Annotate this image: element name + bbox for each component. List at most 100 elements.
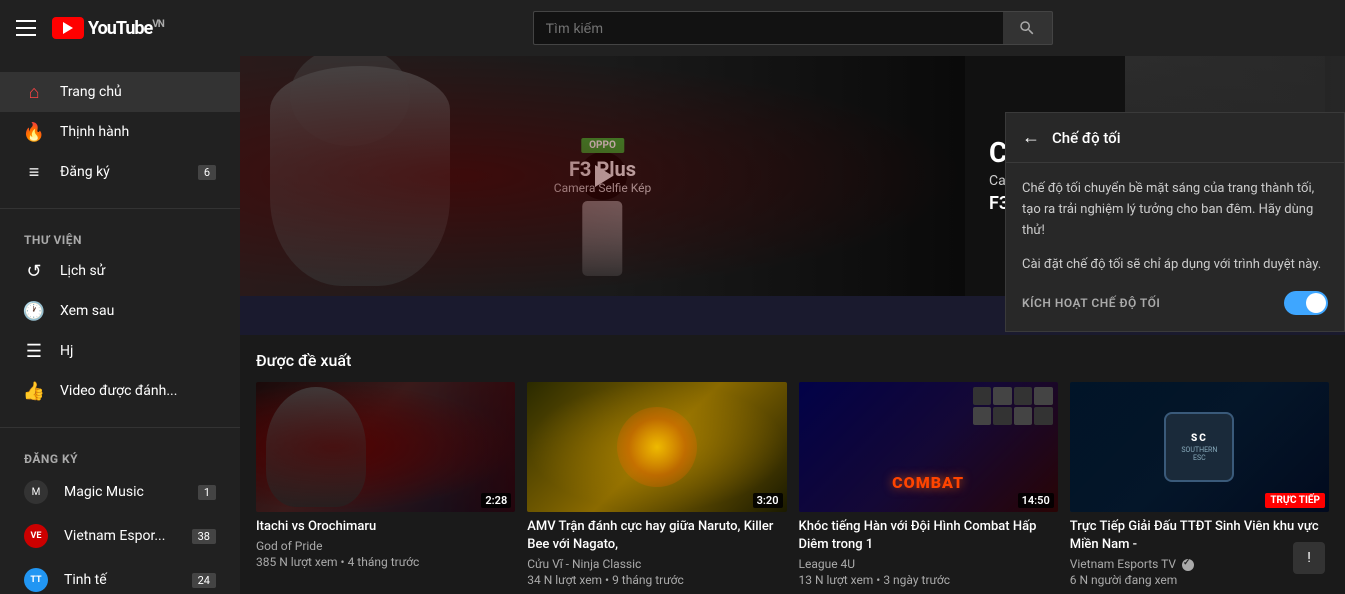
- sidebar-library-section: THƯ VIỆN ↺ Lịch sử 🕐 Xem sau ☰ Hj 👍 Vide…: [0, 217, 240, 419]
- dropdown-header: ← Chế độ tối: [1006, 113, 1344, 163]
- library-section-title: THƯ VIỆN: [0, 225, 240, 251]
- play-icon: [595, 165, 613, 187]
- combat-text: COMBAT: [804, 473, 1053, 492]
- sidebar-divider-2: [0, 427, 240, 428]
- search-bar: [533, 11, 1053, 45]
- dark-mode-description: Chế độ tối chuyển bề mặt sáng của trang …: [1022, 179, 1328, 241]
- sidebar-item-liked-label: Video được đánh...: [60, 383, 216, 399]
- sidebar-item-hj[interactable]: ☰ Hj: [0, 331, 240, 371]
- video-info-itachi: Itachi vs Orochimaru God of Pride 385 N …: [256, 512, 515, 575]
- video-thumb-esports: SC SOUTHERN ESC TRỰC TIẾP: [1070, 382, 1329, 512]
- youtube-wordmark: YouTubeVN: [88, 18, 164, 39]
- subscriptions-icon: ≡: [24, 162, 44, 182]
- video-duration-naruto: 3:20: [753, 493, 783, 508]
- video-card-naruto[interactable]: 3:20 AMV Trận đánh cực hay giữa Naruto, …: [527, 382, 786, 593]
- history-icon: ↺: [24, 261, 44, 281]
- sidebar-item-history[interactable]: ↺ Lịch sử: [0, 251, 240, 291]
- video-grid: 2:28 Itachi vs Orochimaru God of Pride 3…: [256, 382, 1345, 594]
- video-channel-combat: League 4U: [799, 557, 1058, 571]
- sidebar-item-history-label: Lịch sử: [60, 263, 216, 279]
- vietnam-esports-badge: 38: [192, 529, 216, 544]
- dark-mode-toggle-row: KÍCH HOẠT CHẾ ĐỘ TỐI: [1022, 291, 1328, 315]
- product-name: F3 Plus: [554, 157, 651, 181]
- sidebar-item-vietnam-esports-label: Vietnam Espor...: [64, 528, 176, 544]
- subscriptions-badge: 6: [198, 165, 216, 180]
- sidebar-item-subscriptions-label: Đăng ký: [60, 164, 182, 180]
- verified-icon: [1182, 559, 1194, 571]
- playlist-icon: ☰: [24, 341, 44, 361]
- recommended-section: Được đề xuất 2:28 Itachi vs Orochimaru G…: [240, 335, 1345, 594]
- video-duration-itachi: 2:28: [481, 493, 511, 508]
- dropdown-body: Chế độ tối chuyển bề mặt sáng của trang …: [1006, 163, 1344, 331]
- sidebar-item-trending[interactable]: 🔥 Thịnh hành: [0, 112, 240, 152]
- sidebar-item-home-label: Trang chủ: [60, 84, 216, 100]
- tinh-te-badge: 24: [192, 573, 216, 588]
- sidebar-subscriptions-section: ĐĂNG KÝ M Magic Music 1 VE Vietnam Espor…: [0, 436, 240, 594]
- youtube-icon: [52, 17, 84, 39]
- video-card-itachi[interactable]: 2:28 Itachi vs Orochimaru God of Pride 3…: [256, 382, 515, 593]
- featured-left: OPPO F3 Plus Camera Selfie Kép: [240, 56, 965, 296]
- youtube-logo[interactable]: YouTubeVN: [52, 17, 164, 39]
- video-meta-itachi: 385 N lượt xem • 4 tháng trước: [256, 555, 515, 569]
- sidebar-item-hj-label: Hj: [60, 343, 216, 359]
- sidebar-item-subscriptions[interactable]: ≡ Đăng ký 6: [0, 152, 240, 192]
- dark-mode-toggle-label: KÍCH HOẠT CHẾ ĐỘ TỐI: [1022, 296, 1160, 310]
- sidebar-item-watch-later-label: Xem sau: [60, 303, 216, 319]
- search-button[interactable]: [1003, 11, 1053, 45]
- video-channel-naruto: Cửu Vĩ - Ninja Classic: [527, 557, 786, 571]
- main-layout: ⌂ Trang chủ 🔥 Thịnh hành ≡ Đăng ký 6 THƯ…: [0, 56, 1345, 594]
- sidebar-divider-1: [0, 208, 240, 209]
- video-meta-naruto: 34 N lượt xem • 9 tháng trước: [527, 573, 786, 587]
- sidebar-item-tinh-te[interactable]: TT Tinh tế 24: [0, 558, 240, 594]
- magic-music-badge: 1: [198, 485, 216, 500]
- fire-icon: 🔥: [24, 122, 44, 142]
- subscriptions-section-title: ĐĂNG KÝ: [0, 444, 240, 470]
- sidebar-item-magic-music[interactable]: M Magic Music 1: [0, 470, 240, 514]
- vietnam-esports-avatar: VE: [24, 524, 48, 548]
- video-thumb-itachi: 2:28: [256, 382, 515, 512]
- dark-mode-panel: ← Chế độ tối Chế độ tối chuyển bề mặt sá…: [1005, 112, 1345, 332]
- thumbup-icon: 👍: [24, 381, 44, 401]
- sidebar-item-watch-later[interactable]: 🕐 Xem sau: [0, 291, 240, 331]
- recommended-title: Được đề xuất: [256, 351, 1345, 370]
- toggle-knob: [1306, 293, 1326, 313]
- magic-music-avatar: M: [24, 480, 48, 504]
- sidebar-item-vietnam-esports[interactable]: VE Vietnam Espor... 38: [0, 514, 240, 558]
- video-channel-itachi: God of Pride: [256, 539, 515, 553]
- topbar-left: YouTubeVN: [16, 17, 256, 39]
- search-input[interactable]: [533, 11, 1003, 45]
- sidebar-item-magic-music-label: Magic Music: [64, 484, 182, 500]
- video-title-naruto: AMV Trận đánh cực hay giữa Naruto, Kille…: [527, 518, 786, 554]
- sidebar-item-liked[interactable]: 👍 Video được đánh...: [0, 371, 240, 411]
- dropdown-title: Chế độ tối: [1052, 129, 1121, 147]
- feedback-button[interactable]: !: [1293, 542, 1325, 574]
- home-icon: ⌂: [24, 82, 44, 102]
- video-info-naruto: AMV Trận đánh cực hay giữa Naruto, Kille…: [527, 512, 786, 593]
- dark-mode-toggle[interactable]: [1284, 291, 1328, 315]
- video-card-esports[interactable]: SC SOUTHERN ESC TRỰC TIẾP Trực Tiếp Giải…: [1070, 382, 1329, 593]
- video-channel-esports: Vietnam Esports TV: [1070, 557, 1329, 571]
- search-icon: [1018, 19, 1036, 37]
- video-info-combat: Khóc tiếng Hàn với Đội Hình Combat Hấp D…: [799, 512, 1058, 593]
- clock-icon: 🕐: [24, 301, 44, 321]
- video-card-combat[interactable]: COMBAT 14:50: [799, 382, 1058, 593]
- sidebar-item-tinh-te-label: Tinh tế: [64, 572, 176, 588]
- back-arrow-button[interactable]: ←: [1022, 127, 1040, 148]
- product-sub: Camera Selfie Kép: [554, 181, 651, 195]
- topbar: YouTubeVN: [0, 0, 1345, 56]
- feedback-icon: !: [1307, 550, 1311, 566]
- video-title-esports: Trực Tiếp Giải Đấu TTĐT Sinh Viên khu vự…: [1070, 518, 1329, 554]
- oppo-badge: OPPO: [581, 138, 624, 153]
- sidebar-item-home[interactable]: ⌂ Trang chủ: [0, 72, 240, 112]
- featured-thumbnail: OPPO F3 Plus Camera Selfie Kép: [240, 56, 965, 296]
- video-duration-combat: 14:50: [1018, 493, 1054, 508]
- content-area: OPPO F3 Plus Camera Selfie Kép Chu Cam: [240, 56, 1345, 594]
- video-meta-esports: 6 N người đang xem: [1070, 573, 1329, 587]
- sidebar-item-trending-label: Thịnh hành: [60, 124, 216, 140]
- hamburger-menu-button[interactable]: [16, 20, 36, 36]
- video-meta-combat: 13 N lượt xem • 3 ngày trước: [799, 573, 1058, 587]
- sidebar: ⌂ Trang chủ 🔥 Thịnh hành ≡ Đăng ký 6 THƯ…: [0, 56, 240, 594]
- dark-mode-note: Cài đặt chế độ tối sẽ chỉ áp dụng với tr…: [1022, 255, 1328, 275]
- video-title-itachi: Itachi vs Orochimaru: [256, 518, 515, 536]
- play-button[interactable]: [579, 152, 627, 200]
